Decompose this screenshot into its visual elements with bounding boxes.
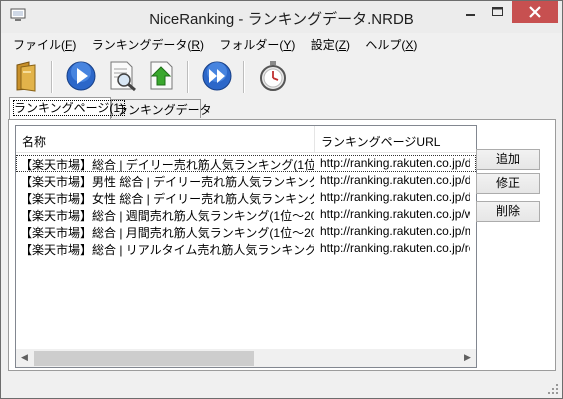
- item-url: http://ranking.rakuten.co.jp/m: [320, 224, 470, 238]
- item-name: 【楽天市場】総合 | 週間売れ筋人気ランキング(1位～20...: [20, 209, 314, 223]
- item-name: 【楽天市場】総合 | デイリー売れ筋人気ランキング(1位～2...: [20, 158, 314, 172]
- toolbar-separator: [187, 61, 189, 93]
- fast-forward-icon[interactable]: [201, 59, 233, 93]
- menu-settings[interactable]: 設定(Z): [305, 34, 356, 55]
- item-name: 【楽天市場】女性 総合 | デイリー売れ筋人気ランキング(1...: [20, 192, 314, 206]
- horizontal-scrollbar[interactable]: ◀ ▶: [16, 349, 476, 367]
- list-rows: 【楽天市場】総合 | デイリー売れ筋人気ランキング(1位～2... http:/…: [16, 155, 476, 257]
- add-button[interactable]: 追加: [476, 149, 540, 170]
- upload-document-icon[interactable]: [147, 59, 179, 93]
- scroll-right-icon[interactable]: ▶: [459, 350, 476, 367]
- maximize-button[interactable]: [484, 1, 511, 23]
- status-bar: [1, 373, 562, 398]
- column-divider[interactable]: [314, 126, 315, 152]
- column-header-url[interactable]: ランキングページURL: [321, 133, 440, 150]
- menu-help[interactable]: ヘルプ(X): [359, 34, 423, 55]
- close-button[interactable]: [512, 1, 558, 23]
- item-url: http://ranking.rakuten.co.jp/w: [320, 207, 470, 221]
- item-name: 【楽天市場】男性 総合 | デイリー売れ筋人気ランキング(1...: [20, 175, 314, 189]
- tab-ranking-pages[interactable]: ランキングページ(1): [9, 97, 126, 119]
- list-header: 名称 ランキングページURL: [16, 126, 476, 153]
- scroll-thumb[interactable]: [34, 351, 254, 366]
- ranking-page-list[interactable]: 名称 ランキングページURL 【楽天市場】総合 | デイリー売れ筋人気ランキング…: [15, 125, 477, 368]
- toolbar: [7, 57, 557, 97]
- list-item[interactable]: 【楽天市場】総合 | リアルタイム売れ筋人気ランキング(1位... http:/…: [16, 240, 476, 257]
- search-document-icon[interactable]: [107, 59, 139, 93]
- list-item[interactable]: 【楽天市場】総合 | デイリー売れ筋人気ランキング(1位～2... http:/…: [16, 155, 476, 172]
- list-item[interactable]: 【楽天市場】総合 | 月間売れ筋人気ランキング(1位～20... http://…: [16, 223, 476, 240]
- list-item[interactable]: 【楽天市場】女性 総合 | デイリー売れ筋人気ランキング(1... http:/…: [16, 189, 476, 206]
- list-item[interactable]: 【楽天市場】総合 | 週間売れ筋人気ランキング(1位～20... http://…: [16, 206, 476, 223]
- folder-icon[interactable]: [11, 59, 43, 93]
- item-url: http://ranking.rakuten.co.jp/d: [320, 156, 470, 170]
- stopwatch-icon[interactable]: [257, 59, 289, 93]
- item-name: 【楽天市場】総合 | リアルタイム売れ筋人気ランキング(1位...: [20, 243, 314, 257]
- menu-folder[interactable]: フォルダー(Y): [213, 34, 301, 55]
- list-item[interactable]: 【楽天市場】男性 総合 | デイリー売れ筋人気ランキング(1... http:/…: [16, 172, 476, 189]
- delete-button[interactable]: 削除: [476, 201, 540, 222]
- toolbar-separator: [51, 61, 53, 93]
- item-url: http://ranking.rakuten.co.jp/re: [320, 241, 470, 255]
- item-url: http://ranking.rakuten.co.jp/d: [320, 190, 470, 204]
- play-icon[interactable]: [65, 59, 97, 93]
- title-bar[interactable]: NiceRanking - ランキングデータ.NRDB: [1, 1, 562, 33]
- edit-button[interactable]: 修正: [476, 173, 540, 194]
- item-url: http://ranking.rakuten.co.jp/d: [320, 173, 470, 187]
- menu-ranking-data[interactable]: ランキングデータ(R): [86, 34, 210, 55]
- resize-grip-icon[interactable]: [548, 384, 558, 394]
- menu-file[interactable]: ファイル(F): [7, 34, 82, 55]
- toolbar-separator: [243, 61, 245, 93]
- menu-bar: ファイル(F) ランキングデータ(R) フォルダー(Y) 設定(Z) ヘルプ(X…: [7, 34, 423, 54]
- main-window: NiceRanking - ランキングデータ.NRDB ファイル(F) ランキン…: [0, 0, 563, 399]
- ranking-pages-panel: 名称 ランキングページURL 【楽天市場】総合 | デイリー売れ筋人気ランキング…: [8, 119, 556, 371]
- tab-ranking-data[interactable]: ランキングデータ: [111, 99, 212, 118]
- column-header-name[interactable]: 名称: [22, 133, 46, 150]
- scroll-left-icon[interactable]: ◀: [16, 350, 33, 367]
- item-name: 【楽天市場】総合 | 月間売れ筋人気ランキング(1位～20...: [20, 226, 314, 240]
- minimize-button[interactable]: [457, 1, 484, 23]
